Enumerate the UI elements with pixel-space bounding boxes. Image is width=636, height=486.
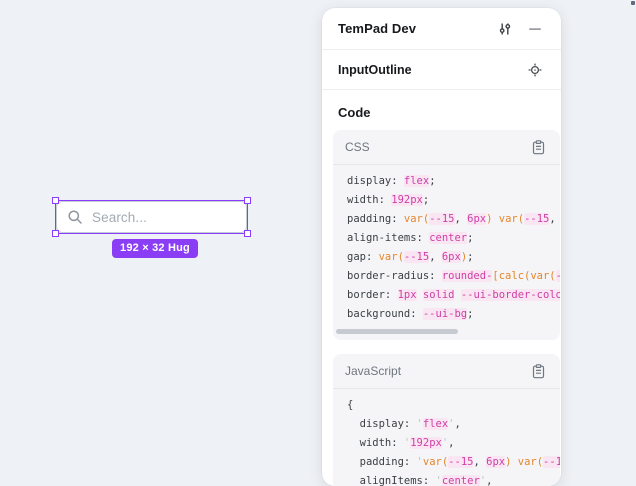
selection-handle-bottom-left[interactable] (52, 230, 59, 237)
code-token: --15 (429, 213, 454, 225)
code-token: rounded- (442, 270, 493, 282)
code-line: width: 192px; (347, 191, 560, 210)
panel-header: TemPad Dev (322, 8, 561, 50)
code-token: , (486, 475, 492, 486)
code-token (417, 289, 423, 301)
selected-component-row: InputOutline (322, 50, 561, 90)
code-section-title: Code (322, 90, 561, 130)
selection-handle-top-left[interactable] (52, 197, 59, 204)
code-line: gap: var(--15, 6px); (347, 248, 560, 267)
preferences-sliders-icon[interactable] (495, 19, 515, 39)
code-token: var( (404, 213, 429, 225)
code-line: display: 'flex', (347, 415, 560, 434)
code-line: display: flex; (347, 172, 560, 191)
code-token: display: (347, 175, 404, 187)
code-token: 6px (442, 251, 461, 263)
javascript-code: { display: 'flex', width: '192px', paddi… (333, 389, 560, 486)
code-token: ; (429, 175, 435, 187)
copy-clipboard-icon[interactable] (528, 361, 548, 381)
code-token: 1px (398, 289, 417, 301)
code-line: alignItems: 'center', (347, 472, 560, 486)
code-line: border: 1px solid --ui-border-color; (347, 286, 560, 305)
code-line: background: --ui-bg; (347, 305, 560, 324)
panel-title: TemPad Dev (338, 21, 495, 36)
search-input-component[interactable]: Search... (56, 201, 247, 233)
copy-clipboard-icon[interactable] (528, 137, 548, 157)
code-token: background: (347, 308, 423, 320)
magnifier-icon (67, 209, 83, 225)
code-token: , (455, 213, 468, 225)
code-token: , (448, 437, 454, 449)
css-label: CSS (345, 140, 528, 154)
code-token: var( (499, 213, 524, 225)
horizontal-scrollbar[interactable] (336, 329, 458, 334)
code-token: --radius (556, 270, 560, 282)
code-line: width: '192px', (347, 434, 560, 453)
code-token: --15 (524, 213, 549, 225)
selection-handle-bottom-right[interactable] (244, 230, 251, 237)
code-token: alignItems: (347, 475, 436, 486)
component-name: InputOutline (338, 63, 525, 77)
code-token: --15 (448, 456, 473, 468)
code-line: align-items: center; (347, 229, 560, 248)
minimize-icon[interactable] (525, 19, 545, 39)
code-token: , (473, 456, 486, 468)
code-token: --15 (404, 251, 429, 263)
code-token: center (442, 475, 480, 486)
code-token: var( (379, 251, 404, 263)
code-line: padding: 'var(--15, 6px) var(--15, 6px)'… (347, 453, 560, 472)
tempad-dev-panel: TemPad Dev InputOutline (322, 8, 561, 486)
code-token: ' (417, 418, 423, 430)
selection-handle-top-right[interactable] (244, 197, 251, 204)
code-token: solid (423, 289, 455, 301)
code-token: gap: (347, 251, 379, 263)
code-token: ; (467, 251, 473, 263)
code-token: var( (518, 456, 543, 468)
css-code-block: CSS display: flex;width: 192px;padding: … (333, 130, 560, 340)
screen-corner-artifact (631, 1, 635, 5)
selection-size-badge: 192 × 32 Hug (112, 239, 198, 258)
code-token: , (429, 251, 442, 263)
code-line: padding: var(--15, 6px) var(--15, 6px); (347, 210, 560, 229)
code-token: [calc(var( (492, 270, 555, 282)
code-token: --ui-border-color (461, 289, 560, 301)
code-token: 192px (410, 437, 442, 449)
code-line: { (347, 396, 560, 415)
code-token: 192px (391, 194, 423, 206)
code-token: padding: (347, 456, 417, 468)
css-code: display: flex;width: 192px;padding: var(… (333, 165, 560, 326)
code-token: center (429, 232, 467, 244)
code-token: flex (423, 418, 448, 430)
search-placeholder-text: Search... (92, 210, 147, 225)
code-token: padding: (347, 213, 404, 225)
code-token: , (549, 213, 560, 225)
code-token: border: (347, 289, 398, 301)
code-token (454, 289, 460, 301)
code-token: 6px (486, 456, 505, 468)
code-token: border-radius: (347, 270, 442, 282)
code-token: display: (347, 418, 417, 430)
code-token: 6px (467, 213, 486, 225)
css-block-header: CSS (333, 130, 560, 165)
javascript-block-header: JavaScript (333, 354, 560, 389)
code-token: flex (404, 175, 429, 187)
code-token: ; (467, 308, 473, 320)
code-token: , (455, 418, 461, 430)
code-token: ' (436, 475, 442, 486)
code-token: align-items: (347, 232, 429, 244)
code-token: width: (347, 437, 404, 449)
code-token: ; (423, 194, 429, 206)
code-token: var( (423, 456, 448, 468)
code-token: width: (347, 194, 391, 206)
code-token: --ui-bg (423, 308, 467, 320)
javascript-label: JavaScript (345, 364, 528, 378)
code-token: --15 (543, 456, 560, 468)
javascript-code-block: JavaScript { display: 'flex', width: '19… (333, 354, 560, 486)
code-token: ; (467, 232, 473, 244)
code-token: { (347, 399, 353, 411)
locate-target-icon[interactable] (525, 60, 545, 80)
code-line: border-radius: rounded-[calc(var(--radiu… (347, 267, 560, 286)
